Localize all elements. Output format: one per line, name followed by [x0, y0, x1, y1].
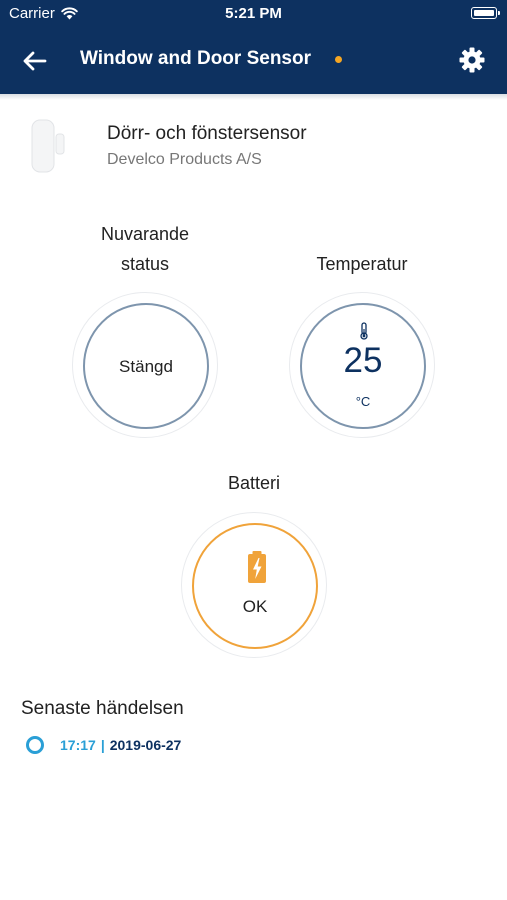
nav-shadow: [0, 94, 507, 100]
status-indicator-dot: [335, 56, 342, 63]
battery-value: OK: [242, 597, 268, 616]
status-bar: Carrier 5:21 PM: [0, 0, 507, 28]
status-label-line1: Nuvarande: [100, 224, 190, 244]
sensor-device-icon: [31, 119, 65, 173]
battery-label: Batteri: [227, 473, 281, 493]
device-manufacturer: Develco Products A/S: [107, 151, 262, 168]
battery-ring: OK: [192, 523, 318, 649]
battery-tile[interactable]: OK: [181, 512, 327, 658]
latest-event-row[interactable]: 17:17 | 2019-06-27: [26, 736, 181, 754]
thermometer-icon: [360, 322, 368, 340]
page-title: Window and Door Sensor: [80, 48, 311, 69]
status-label-line2: status: [120, 254, 170, 274]
temperature-label: Temperatur: [316, 254, 408, 274]
latest-event-heading: Senaste händelsen: [21, 698, 184, 719]
event-time: 17:17: [60, 737, 96, 753]
temperature-tile[interactable]: 25 °C: [289, 292, 435, 438]
clock: 5:21 PM: [225, 5, 282, 22]
event-separator: |: [100, 737, 105, 753]
nav-bar: Window and Door Sensor: [0, 28, 507, 94]
temperature-unit: °C: [355, 394, 371, 409]
battery-icon: [471, 7, 500, 19]
status-tile[interactable]: Stängd: [72, 292, 218, 438]
status-ring: Stängd: [83, 303, 209, 429]
event-circle-icon: [26, 736, 44, 754]
battery-charging-icon: [248, 551, 266, 583]
device-name: Dörr- och fönstersensor: [107, 123, 307, 144]
status-value: Stängd: [119, 357, 173, 376]
temperature-value: 25: [343, 341, 383, 380]
event-date: 2019-06-27: [109, 737, 182, 753]
status-label: Nuvarande status: [75, 219, 215, 279]
temperature-ring: 25 °C: [300, 303, 426, 429]
back-arrow-icon[interactable]: [20, 48, 50, 74]
gear-icon[interactable]: [458, 46, 486, 74]
